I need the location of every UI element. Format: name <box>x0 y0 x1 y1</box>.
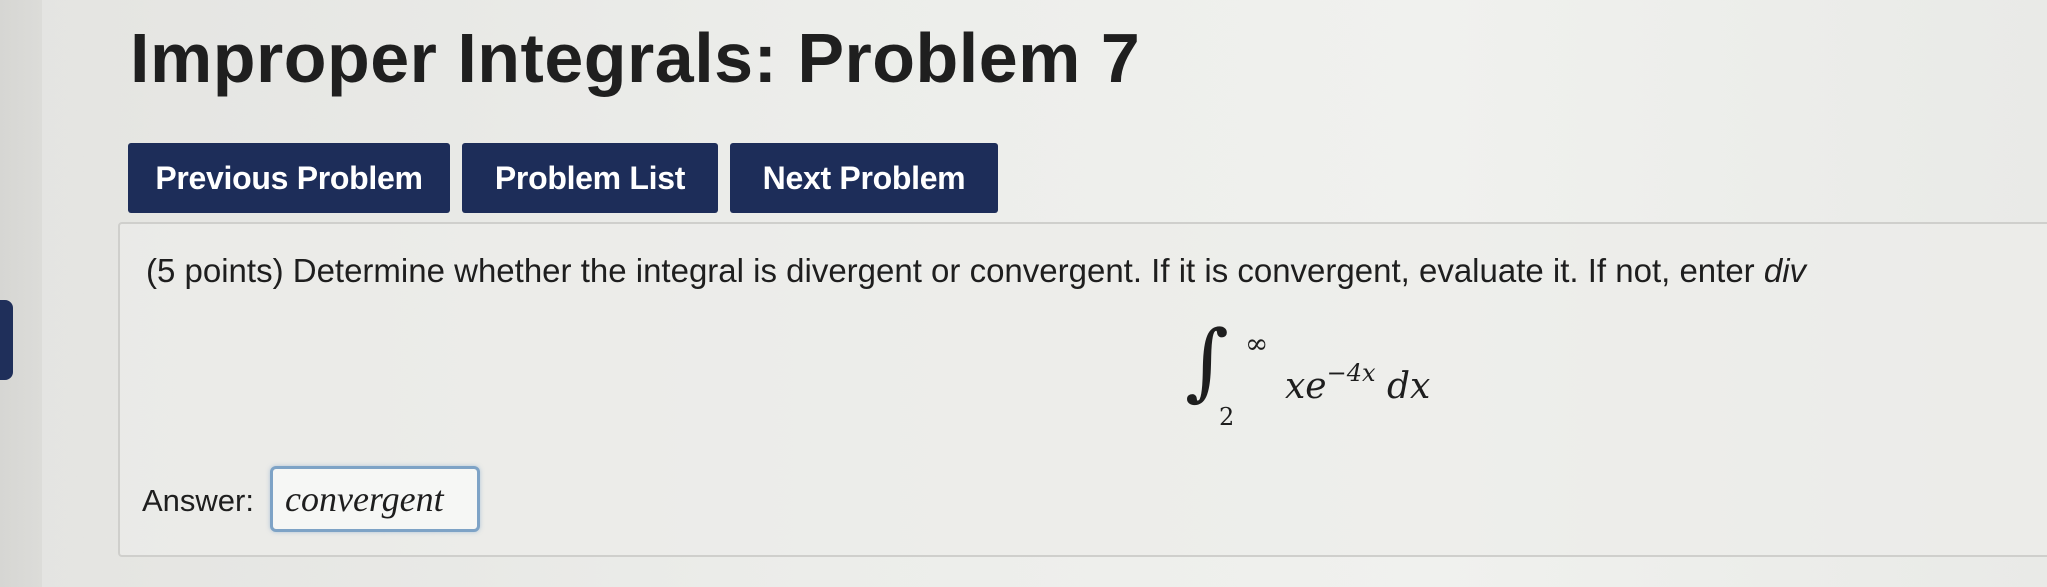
integrand: xe−4x dx <box>1285 359 1431 407</box>
page-title: Improper Integrals: Problem 7 <box>130 19 1141 97</box>
problem-div-keyword: div <box>1763 252 1807 289</box>
next-problem-button[interactable]: Next Problem <box>730 143 998 213</box>
problem-list-button[interactable]: Problem List <box>462 143 718 213</box>
integral-formula: ∫ ∞ 2 xe−4x dx <box>1185 319 1445 435</box>
integrand-exponent: −4x <box>1326 359 1376 387</box>
problem-instructions: Determine whether the integral is diverg… <box>283 252 1764 289</box>
integrand-differential: dx <box>1386 366 1431 407</box>
problem-navigation: Previous Problem Problem List Next Probl… <box>128 143 998 213</box>
integral-sign: ∫ <box>1185 312 1229 410</box>
problem-statement: (5 points) Determine whether the integra… <box>146 252 1806 290</box>
problem-points: (5 points) <box>146 252 284 289</box>
left-edge-strip <box>0 0 42 587</box>
integral-upper-limit: ∞ <box>1245 327 1269 360</box>
integral-lower-limit: 2 <box>1219 403 1235 431</box>
left-edge-marker <box>0 300 13 380</box>
answer-input[interactable] <box>270 466 480 532</box>
integrand-base: xe <box>1285 366 1327 407</box>
answer-label: Answer: <box>142 483 254 518</box>
previous-problem-button[interactable]: Previous Problem <box>128 143 450 213</box>
